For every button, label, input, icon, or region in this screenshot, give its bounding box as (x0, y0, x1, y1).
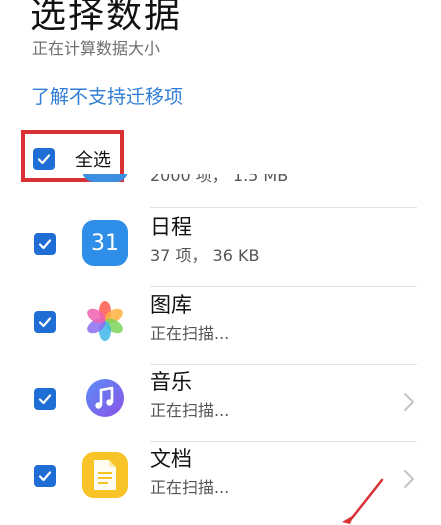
checkmark-icon (38, 471, 52, 482)
list-item-gallery[interactable]: 图库 正在扫描... (0, 287, 441, 365)
document-page-icon (94, 460, 116, 490)
item-subtitle: 正在扫描... (150, 401, 230, 420)
chevron-right-icon[interactable] (403, 469, 415, 489)
checkmark-icon (38, 239, 52, 250)
item-name: 日程 (150, 215, 192, 239)
unsupported-items-link[interactable]: 了解不支持迁移项 (31, 84, 183, 110)
checkmark-icon (38, 317, 52, 328)
calendar-icon-date: 31 (91, 230, 119, 256)
annotation-arrow (342, 478, 384, 524)
item-subtitle: 37 项， 36 KB (150, 246, 260, 265)
item-subtitle: 正在扫描... (150, 324, 230, 343)
document-icon (82, 452, 128, 498)
item-checkbox[interactable] (34, 388, 56, 410)
item-name: 音乐 (150, 370, 192, 394)
calendar-icon: 31 (82, 220, 128, 266)
list-item-calendar[interactable]: 31 日程 37 项， 36 KB (0, 209, 441, 287)
item-checkbox[interactable] (34, 311, 56, 333)
item-name: 图库 (150, 293, 192, 317)
divider (150, 207, 417, 208)
page-title: 选择数据 (30, 0, 183, 36)
item-name: 文档 (150, 447, 192, 471)
status-text: 正在计算数据大小 (32, 39, 161, 58)
music-note-icon (86, 379, 124, 417)
item-subtitle: 正在扫描... (150, 478, 230, 497)
checkmark-icon (38, 394, 52, 405)
list-item-music[interactable]: 音乐 正在扫描... (0, 364, 441, 442)
item-checkbox[interactable] (34, 233, 56, 255)
music-icon (82, 375, 128, 421)
item-checkbox[interactable] (34, 465, 56, 487)
chevron-right-icon[interactable] (403, 392, 415, 412)
gallery-icon (82, 298, 128, 344)
item-subtitle: 2000 项， 1.5 MB (150, 174, 289, 185)
gallery-flower-icon (87, 301, 123, 341)
app-icon (82, 174, 128, 182)
list-item-partial[interactable]: 2000 项， 1.5 MB (0, 174, 441, 208)
